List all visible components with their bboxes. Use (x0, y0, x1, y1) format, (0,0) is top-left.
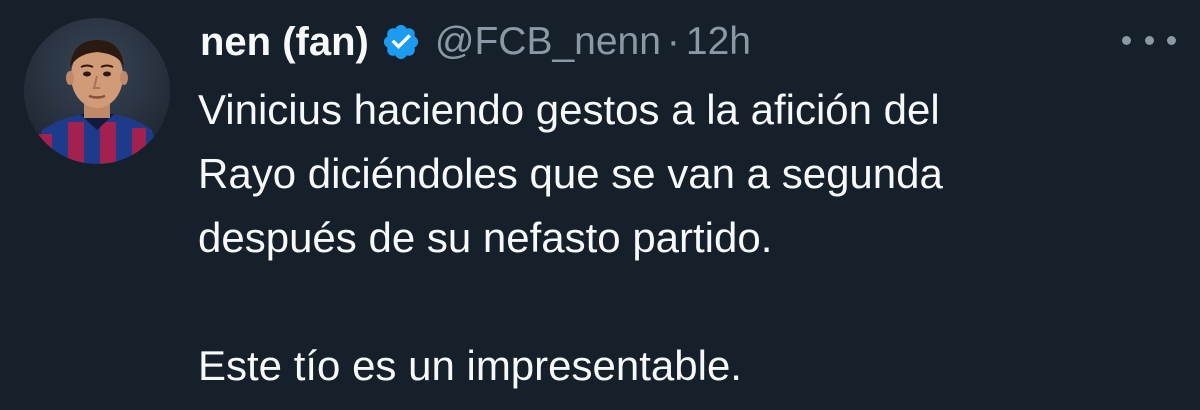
avatar-image (24, 18, 170, 164)
author-handle[interactable]: @FCB_nenn (435, 20, 661, 64)
tweet-text-line: Vinicius haciendo gestos a la afición de… (198, 86, 940, 133)
separator-dot: · (666, 20, 680, 63)
tweet-timestamp[interactable]: 12h (686, 20, 751, 64)
more-dot (1122, 35, 1131, 45)
avatar[interactable] (24, 18, 170, 164)
tweet-text-line: Este tío es un impresentable. (198, 342, 742, 389)
verified-badge-icon[interactable] (381, 22, 421, 62)
tweet-card[interactable]: nen (fan) @FCB_nenn · 12h Vinicius hacie… (0, 0, 1200, 410)
more-dot (1144, 35, 1154, 45)
more-dot (1167, 35, 1176, 45)
tweet-text-line: Rayo diciéndoles que se van a segunda (198, 150, 943, 197)
author-display-name[interactable]: nen (fan) (200, 20, 369, 65)
more-options-icon[interactable] (1122, 30, 1176, 50)
tweet-text-line: después de su nefasto partido. (198, 214, 773, 261)
tweet-text: Vinicius haciendo gestos a la afición de… (198, 78, 1158, 398)
tweet-header: nen (fan) @FCB_nenn · 12h (200, 12, 751, 72)
